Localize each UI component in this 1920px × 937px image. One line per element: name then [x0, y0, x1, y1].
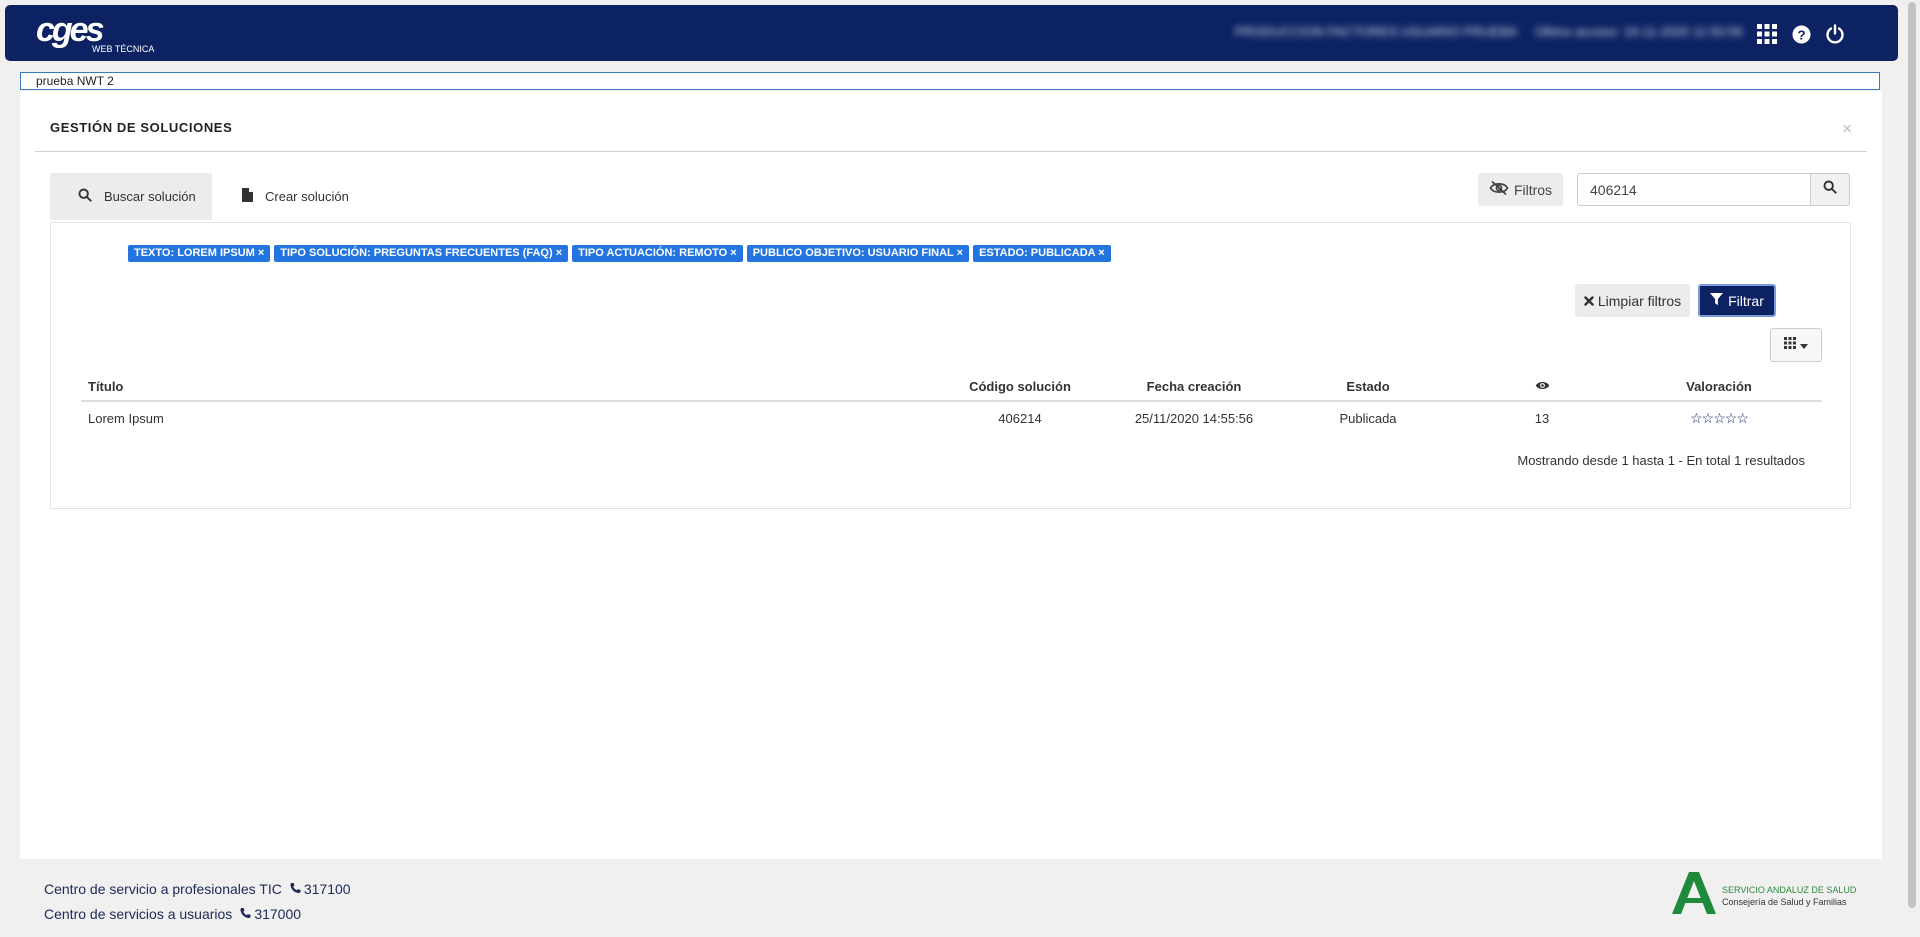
cell-fecha: 25/11/2020 14:55:56 [1134, 410, 1254, 426]
help-icon[interactable]: ? [1789, 22, 1813, 46]
title-divider [35, 151, 1867, 152]
user-name: PRODUCCION FACTORES USUARIO PRUEBA [1235, 24, 1518, 39]
column-header-codigo[interactable]: Código solución [920, 372, 1120, 402]
toggle-filters-button[interactable]: Filtros [1478, 173, 1563, 206]
cell-views: 13 [1534, 410, 1550, 426]
filter-chip-publico-objetivo[interactable]: PUBLICO OBJETIVO: USUARIO FINAL × [746, 245, 970, 262]
star-rating: ☆☆☆☆☆ [1690, 409, 1749, 426]
column-header-valoracion[interactable]: Valoración [1616, 372, 1822, 402]
document-icon [242, 188, 253, 205]
open-tab-label[interactable]: prueba NWT 2 [36, 74, 114, 88]
table-row[interactable]: Lorem Ipsum 406214 25/11/2020 14:55:56 P… [81, 401, 1822, 434]
filter-chip-tipo-solucion[interactable]: TIPO SOLUCIÓN: PREGUNTAS FRECUENTES (FAQ… [274, 245, 569, 262]
cell-estado: Publicada [1339, 410, 1397, 426]
caret-down-icon [1800, 336, 1808, 354]
column-selector-button[interactable] [1770, 328, 1822, 362]
footer-tic-phone[interactable]: 317100 [290, 881, 351, 897]
tab-label: Crear solución [265, 189, 349, 204]
filters-label: Filtros [1513, 181, 1553, 198]
tab-label: Buscar solución [104, 189, 196, 204]
footer-tic-label: Centro de servicio a profesionales TIC [44, 881, 282, 897]
cell-valoracion: ☆☆☆☆☆ [1616, 401, 1822, 434]
junta-org-text: SERVICIO ANDALUZ DE SALUD Consejería de … [1722, 884, 1856, 908]
phone-number: 317100 [303, 881, 351, 897]
logo-subtext: WEB TÉCNICA [92, 44, 155, 54]
search-icon [78, 188, 92, 205]
results-table: Título Código solución Fecha creación Es… [81, 372, 1822, 434]
footer-users-phone[interactable]: 317000 [240, 906, 301, 922]
cell-titulo[interactable]: Lorem Ipsum [81, 401, 920, 434]
grid-icon [1784, 336, 1796, 354]
active-filter-chips: TEXTO: LOREM IPSUM × TIPO SOLUCIÓN: PREG… [128, 245, 1111, 262]
column-header-views[interactable] [1468, 372, 1616, 402]
phone-icon [240, 906, 251, 922]
phone-number: 317000 [254, 906, 302, 922]
clear-filters-button[interactable]: Limpiar filtros [1575, 284, 1690, 317]
filter-chip-tipo-actuacion[interactable]: TIPO ACTUACIÓN: REMOTO × [572, 245, 743, 262]
column-header-fecha[interactable]: Fecha creación [1120, 372, 1268, 402]
last-access: Último acceso: 16-11-2020 11:50:56 [1535, 24, 1743, 39]
pagination-info: Mostrando desde 1 hasta 1 - En total 1 r… [1517, 453, 1805, 468]
cges-logo[interactable]: cges WEB TÉCNICA [36, 11, 154, 54]
close-icon [1584, 293, 1594, 309]
tab-buscar-solucion[interactable]: Buscar solución [50, 173, 212, 220]
cell-codigo: 406214 [998, 410, 1042, 426]
close-panel-button[interactable]: × [1842, 119, 1852, 139]
page-title: GESTIÓN DE SOLUCIONES [50, 120, 233, 135]
table-header-row: Título Código solución Fecha creación Es… [81, 372, 1822, 402]
apply-filter-button[interactable]: Filtrar [1698, 284, 1776, 317]
page-scrollbar[interactable] [1903, 0, 1920, 937]
org-line1: SERVICIO ANDALUZ DE SALUD [1722, 884, 1857, 895]
search-submit-button[interactable] [1810, 173, 1850, 206]
column-header-estado[interactable]: Estado [1268, 372, 1468, 402]
power-icon[interactable] [1823, 22, 1847, 46]
open-tab-strip[interactable]: prueba NWT 2 [20, 72, 1880, 90]
funnel-icon [1710, 292, 1724, 309]
main-panel: GESTIÓN DE SOLUCIONES × Buscar solución … [20, 91, 1882, 859]
junta-andalucia-logo: SERVICIO ANDALUZ DE SALUD Consejería de … [1672, 872, 1856, 919]
top-header: cges WEB TÉCNICA PRODUCCION FACTORES USU… [5, 5, 1898, 61]
footer-users-contact: Centro de servicios a usuarios 317000 [44, 906, 301, 922]
filter-chip-estado[interactable]: ESTADO: PUBLICADA × [973, 245, 1111, 262]
clear-filters-label: Limpiar filtros [1597, 292, 1682, 309]
scrollbar-thumb[interactable] [1908, 2, 1916, 908]
junta-a-icon [1672, 872, 1716, 919]
logo-text: cges [36, 11, 104, 49]
tab-crear-solucion[interactable]: Crear solución [212, 173, 362, 220]
column-header-titulo[interactable]: Título [81, 372, 920, 402]
eye-icon [1535, 379, 1550, 394]
search-input[interactable] [1577, 173, 1810, 206]
svg-text:?: ? [1797, 27, 1805, 42]
search-icon [1823, 180, 1837, 199]
eye-slash-icon [1489, 181, 1509, 198]
apply-filter-label: Filtrar [1728, 292, 1764, 309]
apps-grid-icon[interactable] [1755, 22, 1779, 46]
results-container: TEXTO: LOREM IPSUM × TIPO SOLUCIÓN: PREG… [50, 222, 1851, 509]
phone-icon [290, 881, 301, 897]
footer-users-label: Centro de servicios a usuarios [44, 906, 233, 922]
org-line2: Consejería de Salud y Familias [1722, 896, 1847, 907]
filter-chip-texto[interactable]: TEXTO: LOREM IPSUM × [128, 245, 271, 262]
footer-tic-contact: Centro de servicio a profesionales TIC 3… [44, 881, 351, 897]
